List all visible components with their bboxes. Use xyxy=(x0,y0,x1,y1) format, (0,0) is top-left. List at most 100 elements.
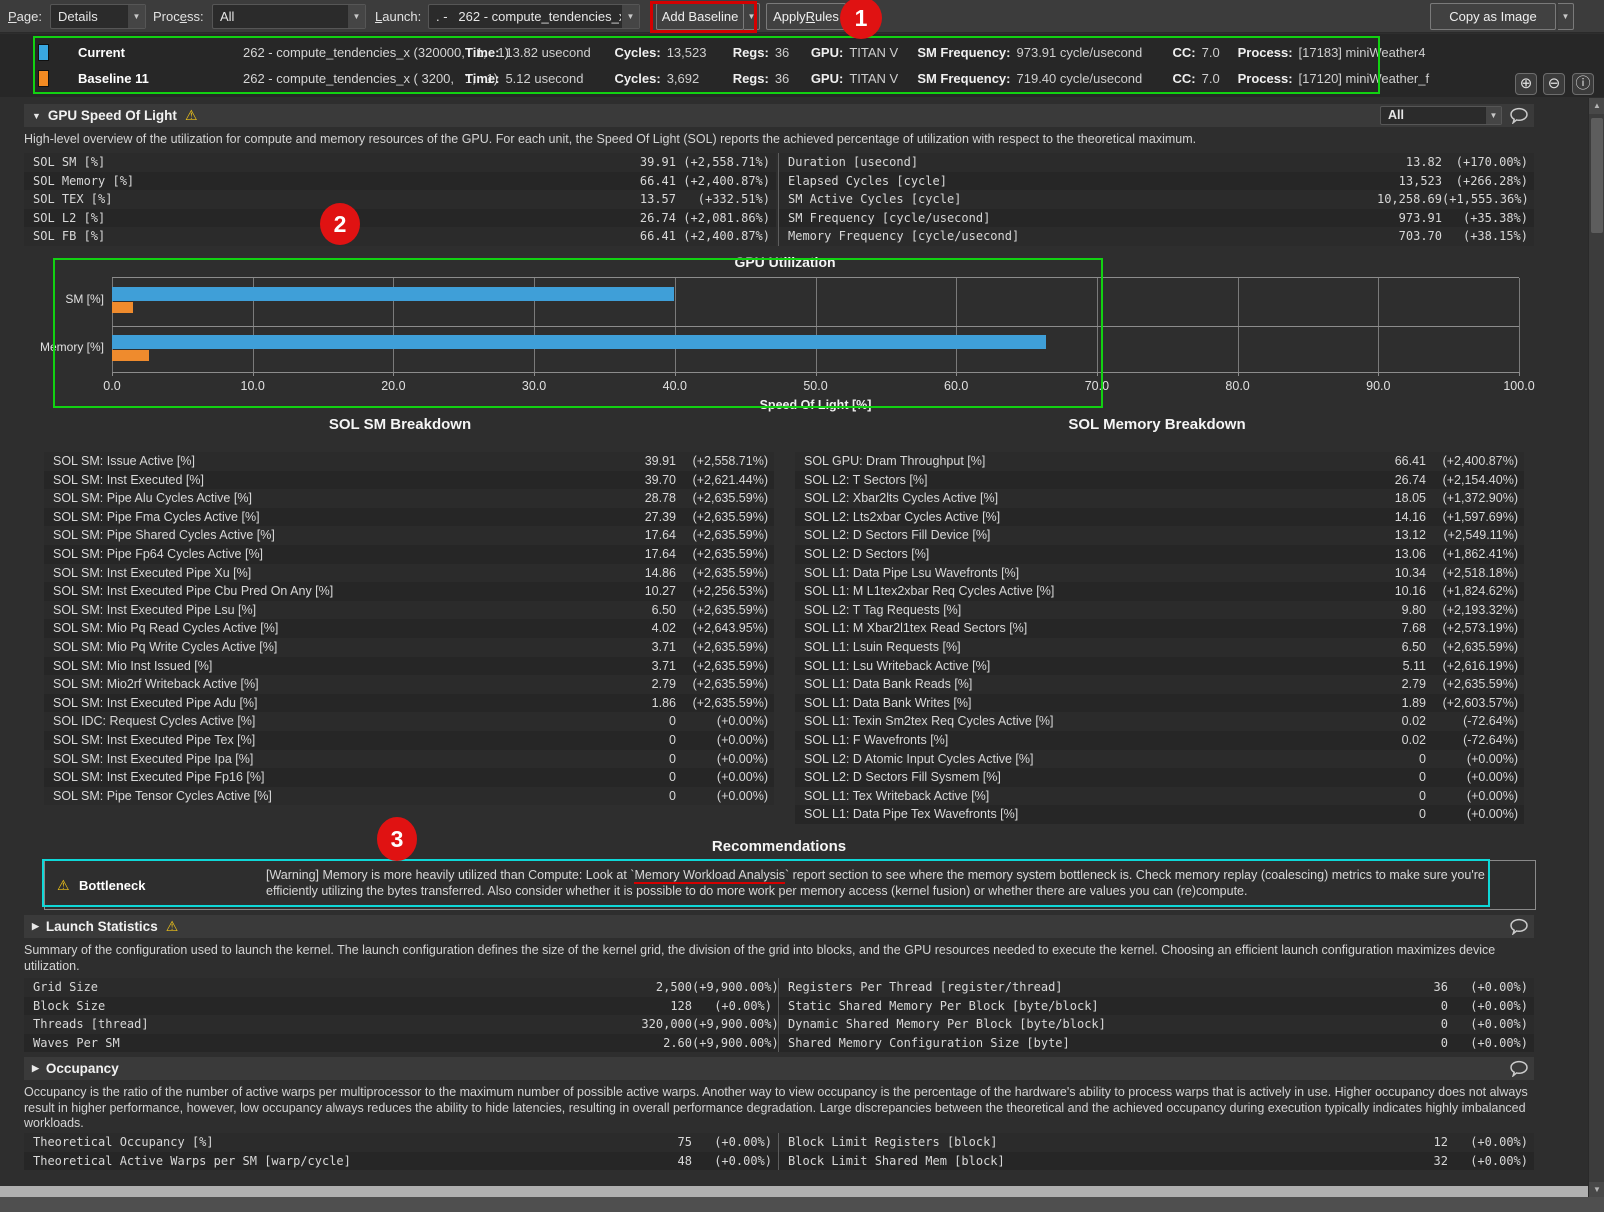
metric-delta: (+266.28%) xyxy=(1442,172,1534,191)
sol-memory-breakdown-table: SOL GPU: Dram Throughput [%]66.41(+2,400… xyxy=(795,452,1524,824)
metric-delta: (+2,635.59%) xyxy=(676,508,774,527)
metric-value: 13.12 xyxy=(1366,526,1426,545)
comment-bubble-icon[interactable] xyxy=(1508,1060,1530,1077)
comment-bubble-icon[interactable] xyxy=(1508,918,1530,935)
baseline-row: Baseline 11262 - compute_tendencies_x ( … xyxy=(38,66,1439,90)
metric-name: SOL SM: Pipe Tensor Cycles Active [%] xyxy=(44,787,616,806)
metric-value: 3.71 xyxy=(616,638,676,657)
metric-value: 39.70 xyxy=(616,471,676,490)
metric-value: 7.68 xyxy=(1366,619,1426,638)
metric-value: 0 xyxy=(616,768,676,787)
section-header-occupancy[interactable]: ▶ Occupancy xyxy=(24,1057,1534,1080)
baseline-field: Process:[17120] miniWeather_f xyxy=(1238,71,1429,86)
metric-value: 36 xyxy=(1368,978,1448,997)
chart-tick-mark xyxy=(1238,372,1239,376)
launch-select[interactable]: . - 262 - compute_tendencies_x▼ xyxy=(428,4,640,29)
chart-tick-label: 40.0 xyxy=(663,379,687,393)
metric-delta: (+0.00%) xyxy=(1426,750,1524,769)
metric-delta: (-72.64%) xyxy=(1426,731,1524,750)
add-baseline-dropdown[interactable]: ▼ xyxy=(744,3,760,30)
scrollbar-thumb[interactable] xyxy=(1591,118,1603,233)
metric-value: 0.02 xyxy=(1366,712,1426,731)
table-row: SOL SM: Pipe Fma Cycles Active [%]27.39(… xyxy=(44,508,774,527)
metric-name: SOL FB [%] xyxy=(24,227,586,246)
info-icon[interactable]: ⓘ xyxy=(1572,73,1594,95)
chart-tick-label: 100.0 xyxy=(1503,379,1534,393)
page-select[interactable]: Details▼ xyxy=(50,4,146,29)
scroll-down-icon[interactable]: ▼ xyxy=(1589,1182,1604,1198)
baseline-field-label: GPU: xyxy=(811,45,844,60)
baseline-field-label: CC: xyxy=(1173,71,1196,86)
metric-name: SOL L1: Data Pipe Lsu Wavefronts [%] xyxy=(795,564,1366,583)
metric-name: SOL SM: Inst Executed Pipe Cbu Pred On A… xyxy=(44,582,616,601)
metric-delta: (+1,824.62%) xyxy=(1426,582,1524,601)
metric-delta: (+2,635.59%) xyxy=(1426,638,1524,657)
comment-bubble-icon[interactable] xyxy=(1508,107,1530,124)
table-row: SOL SM: Pipe Alu Cycles Active [%]28.78(… xyxy=(44,489,774,508)
metric-delta: (+2,635.59%) xyxy=(676,545,774,564)
metric-value: 0 xyxy=(616,750,676,769)
scroll-up-icon[interactable]: ▲ xyxy=(1589,98,1604,114)
chart-tick-mark xyxy=(253,372,254,376)
chart-category-label: Memory [%] xyxy=(4,340,104,354)
metric-delta: (+2,635.59%) xyxy=(676,601,774,620)
metric-delta: (+2,573.19%) xyxy=(1426,619,1524,638)
metric-value: 75 xyxy=(592,1133,692,1152)
sol-sm-breakdown-table: SOL SM: Issue Active [%]39.91(+2,558.71%… xyxy=(44,452,774,805)
bottom-strip-light xyxy=(0,1186,1588,1197)
zoom-out-icon[interactable]: ⊖ xyxy=(1543,73,1565,95)
baseline-field-label: Time: xyxy=(465,71,499,86)
page-label: Page: xyxy=(8,9,42,24)
table-row: SOL L1: Data Bank Writes [%]1.89(+2,603.… xyxy=(795,694,1524,713)
chart-tick-mark xyxy=(393,372,394,376)
bottleneck-text: [Warning] Memory is more heavily utilize… xyxy=(266,867,1522,899)
launch-table-left: Grid Size2,500(+9,900.00%)Block Size128(… xyxy=(24,978,778,1052)
metric-value: 10.34 xyxy=(1366,564,1426,583)
baseline-name: Baseline 11 xyxy=(78,71,243,86)
baseline-field-value: 36 xyxy=(775,45,801,60)
baseline-field: Time:5.12 usecond xyxy=(465,71,604,86)
chart-tick-mark xyxy=(112,372,113,376)
warning-icon: ⚠ xyxy=(166,918,179,935)
metric-delta: (+9,900.00%) xyxy=(692,1034,778,1053)
metric-delta: (+0.00%) xyxy=(676,768,774,787)
metric-delta: (+2,635.59%) xyxy=(676,489,774,508)
vertical-scrollbar[interactable]: ▲ ▼ xyxy=(1588,98,1604,1198)
metric-value: 13.06 xyxy=(1366,545,1426,564)
section-title: GPU Speed Of Light xyxy=(48,108,177,123)
section-header-gpu-speed-of-light[interactable]: ▼ GPU Speed Of Light ⚠ All▼ xyxy=(24,104,1534,127)
chart-tick-label: 10.0 xyxy=(241,379,265,393)
bar-baseline-0 xyxy=(112,302,133,313)
baseline-field: Time:13.82 usecond xyxy=(465,45,604,60)
metric-delta: (+1,597.69%) xyxy=(1426,508,1524,527)
apply-rules-button[interactable]: Apply Rules xyxy=(766,3,846,30)
metric-delta: (+0.00%) xyxy=(1426,768,1524,787)
metric-name: Dynamic Shared Memory Per Block [byte/bl… xyxy=(779,1015,1368,1034)
metric-delta: (+0.00%) xyxy=(676,712,774,731)
baseline-field-value: [17120] miniWeather_f xyxy=(1299,71,1430,86)
table-row: SOL L2: Xbar2lts Cycles Active [%]18.05(… xyxy=(795,489,1524,508)
metric-delta: (+2,400.87%) xyxy=(676,172,776,191)
table-row: Threads [thread]320,000(+9,900.00%) xyxy=(24,1015,778,1034)
section-header-launch-statistics[interactable]: ▶ Launch Statistics ⚠ xyxy=(24,915,1534,938)
baseline-field: CC:7.0 xyxy=(1173,71,1228,86)
table-row: SOL L2: Lts2xbar Cycles Active [%]14.16(… xyxy=(795,508,1524,527)
add-baseline-button[interactable]: Add Baseline xyxy=(656,3,744,30)
metric-name: SOL SM: Inst Executed [%] xyxy=(44,471,616,490)
copy-as-image-dropdown[interactable]: ▼ xyxy=(1558,3,1574,30)
chart-tick-label: 20.0 xyxy=(381,379,405,393)
chart-tick-label: 70.0 xyxy=(1085,379,1109,393)
chart-group-separator xyxy=(112,326,1519,327)
metric-delta: (+38.15%) xyxy=(1442,227,1534,246)
zoom-in-icon[interactable]: ⊕ xyxy=(1515,73,1537,95)
sol-filter-select[interactable]: All▼ xyxy=(1380,106,1502,125)
baseline-field: GPU:TITAN V xyxy=(811,45,908,60)
metric-name: SOL SM: Mio Pq Read Cycles Active [%] xyxy=(44,619,616,638)
metric-value: 26.74 xyxy=(1366,471,1426,490)
process-select[interactable]: All▼ xyxy=(212,4,366,29)
table-row: Static Shared Memory Per Block [byte/blo… xyxy=(779,997,1534,1016)
launch-description: Summary of the configuration used to lau… xyxy=(24,943,1521,974)
metric-delta: (+2,616.19%) xyxy=(1426,657,1524,676)
copy-as-image-button[interactable]: Copy as Image xyxy=(1430,3,1556,30)
metric-value: 66.41 xyxy=(1366,452,1426,471)
